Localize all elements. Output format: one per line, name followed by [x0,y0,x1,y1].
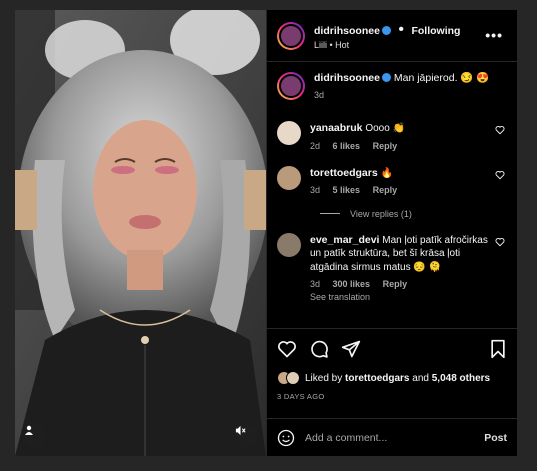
add-comment-bar: Add a comment... Post [267,418,517,456]
like-comment-heart-icon[interactable] [495,237,505,247]
comment-emoji: 🔥 [380,167,393,179]
like-comment-heart-icon[interactable] [495,170,505,180]
comment-item: eve_mar_devi Man ļoti patīk afročirkas u… [277,232,507,304]
post-side-panel: didrihsoonee • Following Liili • Hot •••… [266,10,517,456]
mute-button[interactable] [235,425,257,447]
comment-age: 3d [310,185,321,196]
comment-avatar[interactable] [277,121,301,146]
liked-by-others[interactable]: 5,048 others [432,373,490,384]
view-replies-label: View replies (1) [350,208,412,219]
reply-button[interactable]: Reply [373,185,398,195]
verified-badge-icon [381,73,391,82]
verified-badge-icon [381,25,391,35]
post-modal: didrihsoonee • Following Liili • Hot •••… [15,10,517,456]
reply-button[interactable]: Reply [373,141,398,151]
author-avatar[interactable] [277,21,305,50]
comment-age: 2d [310,140,321,151]
caption-author-avatar[interactable] [277,72,305,100]
tagged-users-button[interactable] [24,425,46,447]
post-actions: Liked by torettoedgars and 5,048 others … [267,328,517,418]
comment-age: 3d [310,279,321,290]
bookmark-icon[interactable] [489,339,507,359]
comment-text: Oooo [365,123,390,135]
see-translation-link[interactable]: See translation [310,291,500,303]
comment-username[interactable]: eve_mar_devi [310,234,379,246]
author-info: didrihsoonee • Following Liili • Hot [314,20,460,51]
post-video[interactable] [15,10,266,456]
post-header: didrihsoonee • Following Liili • Hot ••• [267,10,517,62]
comment-username[interactable]: torettoedgars [310,167,378,179]
comment-avatar[interactable] [277,232,301,257]
author-username[interactable]: didrihsoonee [314,25,380,37]
replies-divider [320,213,340,215]
comment-username[interactable]: yanaabruk [310,122,363,134]
post-video-frame [15,10,266,456]
emoji-icon[interactable] [277,429,295,447]
reply-button[interactable]: Reply [383,279,408,289]
separator-dot: • [398,20,404,38]
caption: didrihsoonee Man jāpierod. 😏 😍 3d [277,72,507,101]
comment-emoji: 👏 [392,123,406,135]
view-replies-button[interactable]: View replies (1) [320,209,507,219]
comment-likes[interactable]: 300 likes [333,279,371,289]
more-options-icon[interactable]: ••• [485,27,503,43]
liker-avatar [286,371,300,385]
comment-likes[interactable]: 5 likes [333,185,361,195]
speaker-muted-icon [235,425,246,436]
like-comment-heart-icon[interactable] [495,125,505,135]
post-comment-button[interactable]: Post [484,432,507,444]
comment-input[interactable]: Add a comment... [305,432,484,444]
user-icon [25,425,33,435]
caption-age: 3d [314,89,325,100]
comment-likes[interactable]: 6 likes [333,141,361,151]
share-send-icon[interactable] [341,339,361,359]
liked-by-prefix: Liked by [305,372,343,384]
post-date: 3 DAYS AGO [277,392,325,401]
liked-by-user[interactable]: torettoedgars [345,373,409,384]
caption-emojis: 😏 😍 [460,72,490,84]
likes-summary[interactable]: Liked by torettoedgars and 5,048 others [277,371,507,385]
comment-emoji: 😔 🫠 [413,261,442,273]
comment-item: yanaabruk Oooo 👏 2d 6 likes Reply [277,121,507,152]
caption-text: Man jāpierod. [393,72,458,84]
comment-item: torettoedgars 🔥 3d 5 likes Reply [277,165,507,197]
following-button[interactable]: Following [411,25,460,37]
audio-label[interactable]: Liili • Hot [314,40,460,51]
comments-list[interactable]: didrihsoonee Man jāpierod. 😏 😍 3d yanaab… [267,62,517,328]
like-heart-icon[interactable] [277,339,297,359]
liked-by-and: and [412,372,429,384]
comment-avatar[interactable] [277,165,301,190]
comment-bubble-icon[interactable] [309,339,329,359]
caption-username[interactable]: didrihsoonee [314,72,380,84]
